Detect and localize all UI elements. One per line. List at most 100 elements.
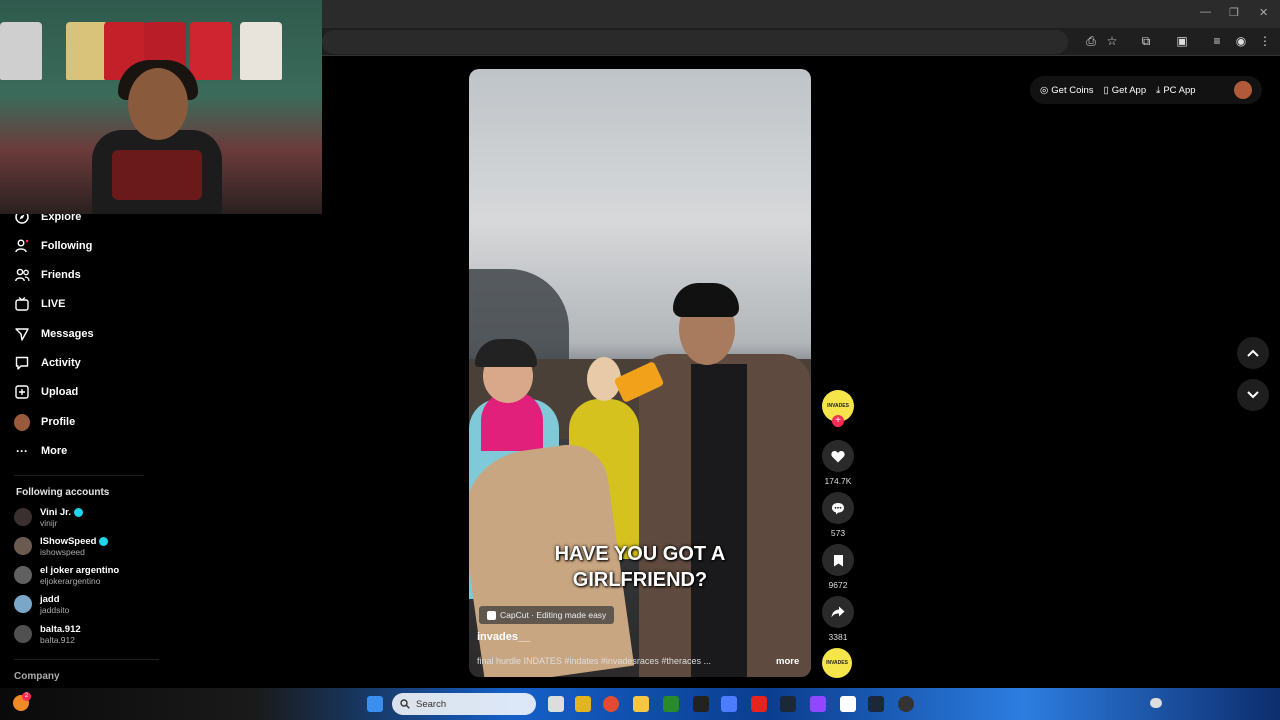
steam-icon[interactable] [780, 696, 796, 712]
streamer-face [128, 68, 188, 140]
bookmark-star-icon[interactable]: ☆ [1104, 33, 1120, 49]
comment-icon [832, 502, 844, 514]
previous-video-button[interactable] [1237, 337, 1269, 369]
curly-hair [673, 283, 739, 317]
more-icon: ··· [16, 444, 28, 458]
verified-icon [99, 536, 109, 546]
notification-badge: 2 [22, 692, 31, 701]
start-icon[interactable] [367, 696, 383, 712]
pc-app-button[interactable]: ⤓ PC App [1156, 85, 1195, 96]
taskbar-search[interactable]: Search [392, 693, 536, 715]
avatar [14, 595, 32, 613]
profile-avatar [14, 413, 30, 431]
account-name: IShowSpeed [40, 535, 97, 547]
save-button[interactable] [822, 544, 854, 576]
video-username[interactable]: invades__ [477, 631, 530, 643]
share-button[interactable] [822, 596, 854, 628]
capcut-badge[interactable]: CapCut · Editing made easy [479, 606, 615, 624]
account-handle: eljokerargentino [40, 575, 101, 586]
sidebar-item-profile[interactable]: Profile [14, 411, 75, 433]
twitch-icon[interactable] [810, 696, 826, 712]
friends-icon [14, 267, 30, 283]
sidebar-item-following[interactable]: Following [14, 235, 92, 257]
sidebar-item-label: Profile [41, 416, 76, 428]
comment-button[interactable] [822, 492, 854, 524]
follow-plus-icon[interactable]: + [832, 415, 844, 427]
epic-games-icon[interactable] [693, 696, 709, 712]
more-button[interactable]: more [776, 656, 799, 667]
rockstar-icon[interactable] [575, 696, 591, 712]
company-link[interactable]: Company [14, 671, 60, 682]
pc-app-label: PC App [1163, 84, 1196, 96]
shirt-graphic [112, 150, 202, 200]
sidebar-item-messages[interactable]: Messages [14, 323, 94, 345]
sidebar-item-more[interactable]: ··· More [14, 440, 67, 462]
get-app-label: Get App [1111, 84, 1147, 96]
task-view-icon[interactable] [548, 696, 564, 712]
restore-icon[interactable]: ❐ [1229, 6, 1239, 19]
sidebar-item-upload[interactable]: Upload [14, 381, 78, 403]
reading-list-icon[interactable]: ≡ [1209, 33, 1225, 49]
account-handle: ishowspeed [40, 546, 85, 557]
file-explorer-icon[interactable] [633, 696, 649, 712]
account-handle: jaddsito [40, 604, 70, 615]
sidebar-item-label: Following [41, 240, 93, 252]
account-name: jadd [40, 593, 60, 605]
chrome-icon[interactable] [603, 696, 619, 712]
account-icon[interactable]: ◉ [1233, 33, 1249, 49]
activity-icon [14, 355, 30, 371]
chevron-up-icon [1247, 349, 1259, 357]
like-count: 174.7K [824, 476, 852, 486]
video-player[interactable]: HAVE YOU GOT A GIRLFRIEND? CapCut · Edit… [469, 69, 811, 677]
get-app-button[interactable]: ▯ Get App [1104, 85, 1147, 96]
capcut-app-icon[interactable] [840, 696, 856, 712]
kebab-menu-icon[interactable]: ⋮ [1257, 33, 1273, 49]
wall-jersey [190, 22, 232, 80]
following-account[interactable]: balta.912 balta.912 [14, 621, 81, 647]
sidebar-item-label: More [41, 445, 68, 457]
app-icon[interactable] [721, 696, 737, 712]
music-disc[interactable]: INVADES [822, 648, 852, 678]
sidebar-item-live[interactable]: LIVE [14, 293, 65, 315]
save-count: 9672 [828, 580, 848, 590]
comment-count: 573 [830, 528, 846, 538]
search-placeholder: Search [416, 698, 447, 710]
next-video-button[interactable] [1237, 379, 1269, 411]
nvidia-icon[interactable] [663, 696, 679, 712]
following-account[interactable]: el joker argentino eljokerargentino [14, 562, 119, 588]
address-bar[interactable] [322, 30, 1068, 54]
following-account[interactable]: jadd jaddsito [14, 591, 69, 617]
search-icon [400, 699, 410, 709]
phone-icon: ▯ [1103, 84, 1109, 96]
get-coins-button[interactable]: ◎ Get Coins [1040, 85, 1094, 96]
screen: — ❐ ✕ ⎙ ☆ ⧉ ▣ ≡ ◉ ⋮ Explore Following Fr… [0, 0, 1280, 720]
install-app-icon[interactable]: ⎙ [1083, 33, 1099, 49]
chevron-down-icon [1247, 391, 1259, 399]
capcut-label: CapCut · Editing made easy [500, 610, 607, 620]
media-icon[interactable]: ▣ [1174, 33, 1190, 49]
sidebar-item-friends[interactable]: Friends [14, 264, 81, 286]
wall-jersey [66, 22, 108, 80]
close-icon[interactable]: ✕ [1259, 6, 1268, 19]
sidebar-item-label: Activity [41, 357, 81, 369]
account-name: balta.912 [40, 623, 81, 635]
cloud-icon[interactable] [1150, 698, 1162, 708]
youtube-icon[interactable] [751, 696, 767, 712]
wall-jersey [240, 22, 282, 80]
user-avatar[interactable] [1234, 81, 1252, 99]
avatar [14, 508, 32, 526]
messages-icon [14, 326, 30, 342]
obs-icon[interactable] [898, 696, 914, 712]
like-button[interactable] [822, 440, 854, 472]
os-taskbar: Search [0, 688, 1280, 720]
share-icon [831, 606, 845, 618]
following-account[interactable]: Vini Jr. vinijr [14, 504, 83, 530]
following-account[interactable]: IShowSpeed ishowspeed [14, 533, 109, 559]
extensions-icon[interactable]: ⧉ [1138, 33, 1154, 49]
sidebar-item-activity[interactable]: Activity [14, 352, 81, 374]
steam-app-icon[interactable] [868, 696, 884, 712]
verified-icon [73, 507, 83, 517]
top-right-actions: ◎ Get Coins ▯ Get App ⤓ PC App [1030, 76, 1262, 104]
upload-icon [14, 384, 30, 400]
minimize-icon[interactable]: — [1200, 6, 1211, 18]
